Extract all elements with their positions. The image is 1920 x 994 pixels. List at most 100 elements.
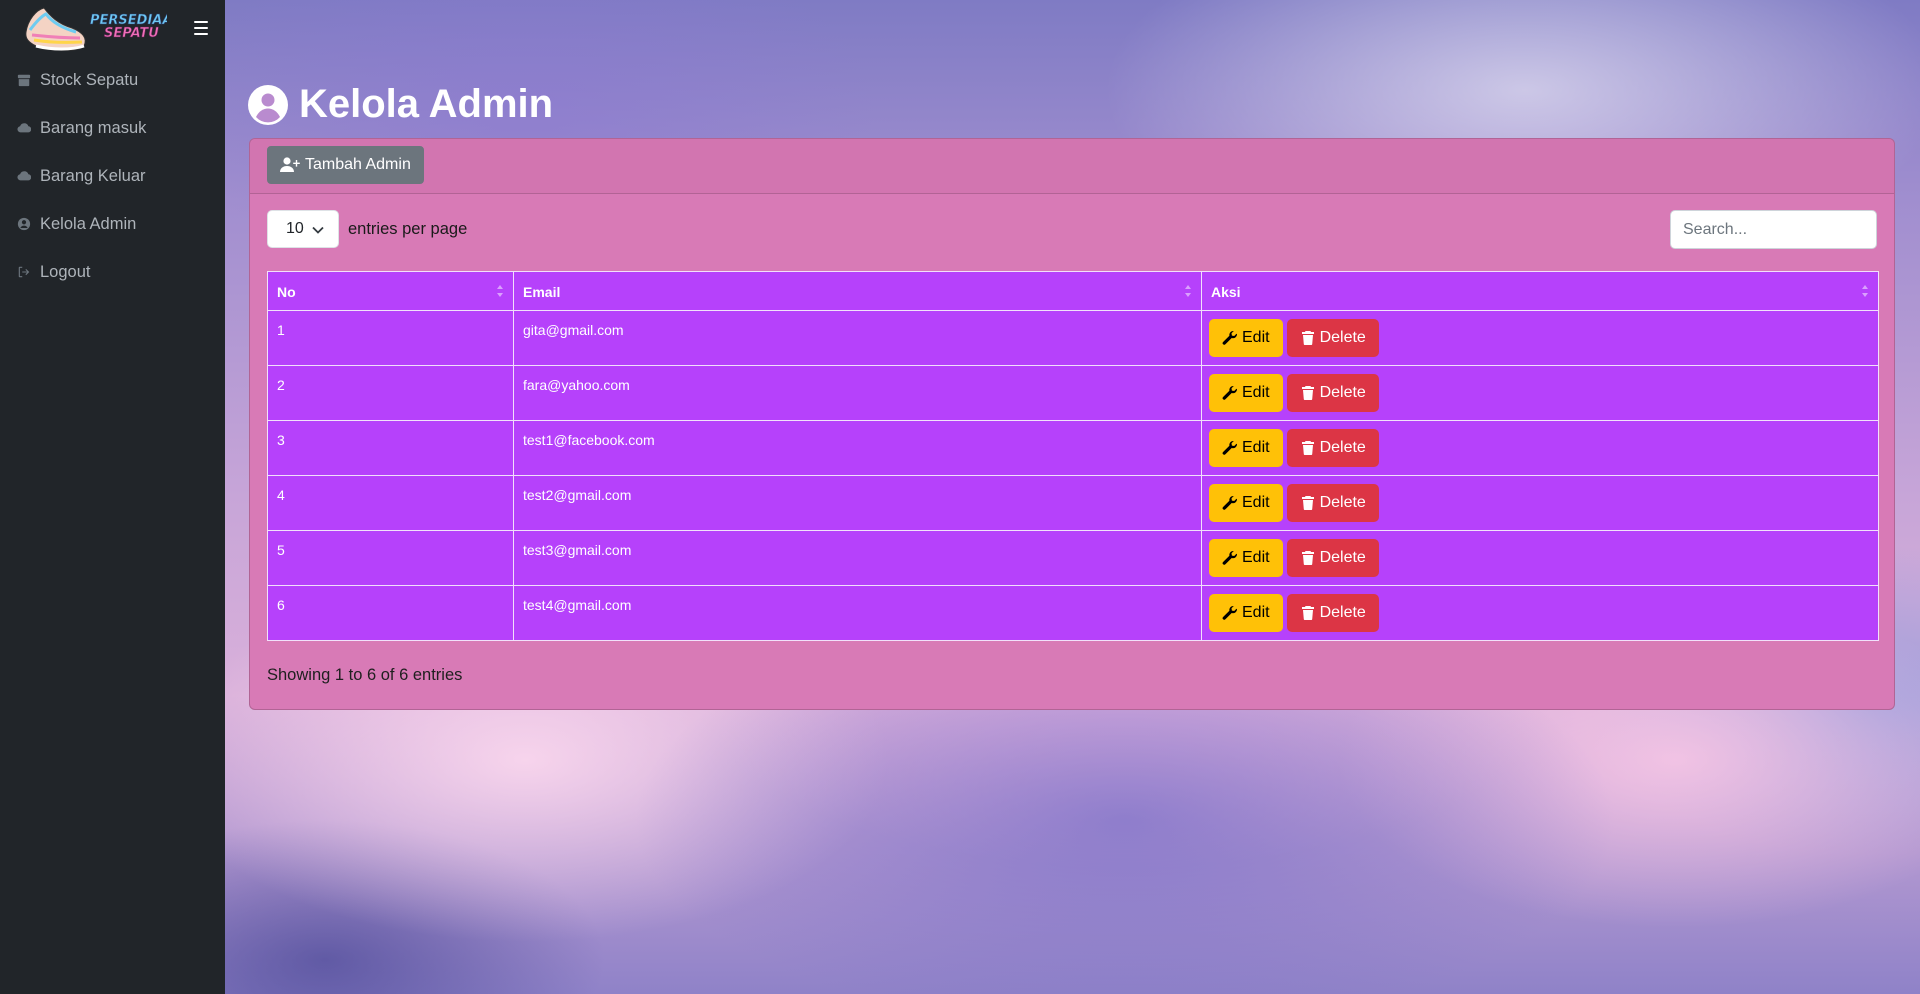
tambah-admin-label: Tambah Admin	[305, 156, 411, 173]
per-page-label: entries per page	[348, 220, 468, 238]
delete-label: Delete	[1319, 439, 1366, 456]
trash-icon	[1301, 441, 1314, 456]
cell-aksi: Edit Delete	[1201, 365, 1879, 421]
delete-button[interactable]: Delete	[1286, 594, 1379, 632]
cell-email: test2@gmail.com	[513, 475, 1202, 531]
delete-button[interactable]: Delete	[1286, 319, 1379, 357]
trash-icon	[1301, 331, 1314, 346]
edit-button[interactable]: Edit	[1209, 429, 1283, 467]
trash-icon	[1301, 386, 1314, 401]
cell-aksi: Edit Delete	[1201, 475, 1879, 531]
cell-no: 2	[267, 365, 514, 421]
edit-button[interactable]: Edit	[1209, 539, 1283, 577]
column-header-label: Aksi	[1211, 284, 1241, 300]
delete-button[interactable]: Delete	[1286, 539, 1379, 577]
table-header-row: No Email Aksi	[267, 271, 1879, 311]
delete-label: Delete	[1319, 549, 1366, 566]
cell-no: 1	[267, 310, 514, 366]
admin-card: Tambah Admin 10 entries per page No Emai…	[249, 138, 1895, 710]
sort-icon	[497, 285, 503, 297]
edit-label: Edit	[1242, 384, 1270, 401]
sidebar-item-barang-keluar[interactable]: Barang Keluar	[0, 152, 225, 200]
table-row: 4 test2@gmail.com Edit Delete	[267, 475, 1879, 531]
edit-button[interactable]: Edit	[1209, 319, 1283, 357]
user-circle-icon	[248, 84, 288, 125]
search-input[interactable]	[1670, 210, 1877, 249]
cell-aksi: Edit Delete	[1201, 310, 1879, 366]
cell-email: test1@facebook.com	[513, 420, 1202, 476]
delete-button[interactable]: Delete	[1286, 374, 1379, 412]
delete-label: Delete	[1319, 494, 1366, 511]
edit-button[interactable]: Edit	[1209, 374, 1283, 412]
svg-text:SEPATU: SEPATU	[104, 26, 159, 41]
sidebar-item-logout[interactable]: Logout	[0, 248, 225, 296]
column-header-no[interactable]: No	[267, 271, 514, 311]
admin-table: No Email Aksi 1 gita@gmail.com Edit Dele…	[267, 271, 1879, 641]
page-title-text: Kelola Admin	[299, 82, 554, 126]
cell-no: 5	[267, 530, 514, 586]
cell-email: gita@gmail.com	[513, 310, 1202, 366]
column-header-label: No	[277, 284, 296, 300]
delete-label: Delete	[1319, 384, 1366, 401]
delete-label: Delete	[1319, 604, 1366, 621]
column-header-aksi[interactable]: Aksi	[1201, 271, 1879, 311]
delete-label: Delete	[1319, 329, 1366, 346]
delete-button[interactable]: Delete	[1286, 429, 1379, 467]
wrench-icon	[1222, 605, 1237, 620]
sidebar-item-label: Stock Sepatu	[40, 70, 139, 89]
archive-icon	[16, 72, 32, 88]
card-header: Tambah Admin	[250, 139, 1894, 194]
shoe-logo[interactable]: PERSEDIAAN SEPATU	[22, 2, 167, 56]
delete-button[interactable]: Delete	[1286, 484, 1379, 522]
trash-icon	[1301, 551, 1314, 566]
edit-button[interactable]: Edit	[1209, 484, 1283, 522]
cell-email: test4@gmail.com	[513, 585, 1202, 641]
chevron-down-icon	[312, 226, 324, 234]
wrench-icon	[1222, 440, 1237, 455]
cell-no: 4	[267, 475, 514, 531]
column-header-label: Email	[523, 284, 561, 300]
cloud-download-icon	[16, 120, 32, 136]
column-header-email[interactable]: Email	[513, 271, 1202, 311]
table-row: 2 fara@yahoo.com Edit Delete	[267, 365, 1879, 421]
sort-icon	[1862, 285, 1868, 297]
trash-icon	[1301, 606, 1314, 621]
edit-label: Edit	[1242, 549, 1270, 566]
cell-email: test3@gmail.com	[513, 530, 1202, 586]
cell-email: fara@yahoo.com	[513, 365, 1202, 421]
sidebar-item-kelola-admin[interactable]: Kelola Admin	[0, 200, 225, 248]
cell-no: 6	[267, 585, 514, 641]
cell-aksi: Edit Delete	[1201, 530, 1879, 586]
wrench-icon	[1222, 550, 1237, 565]
wrench-icon	[1222, 495, 1237, 510]
sidebar-nav: Stock Sepatu Barang masuk Barang Keluar …	[0, 56, 225, 296]
edit-label: Edit	[1242, 439, 1270, 456]
table-row: 5 test3@gmail.com Edit Delete	[267, 530, 1879, 586]
trash-icon	[1301, 496, 1314, 511]
table-controls: 10 entries per page	[267, 210, 1877, 250]
sidebar: PERSEDIAAN SEPATU Stock Sepatu Barang ma…	[0, 0, 225, 994]
cell-aksi: Edit Delete	[1201, 420, 1879, 476]
edit-label: Edit	[1242, 494, 1270, 511]
edit-label: Edit	[1242, 604, 1270, 621]
sidebar-item-label: Barang masuk	[40, 118, 147, 137]
sidebar-item-label: Logout	[40, 262, 91, 281]
edit-label: Edit	[1242, 329, 1270, 346]
menu-toggle-icon[interactable]	[192, 18, 210, 38]
sidebar-item-barang-masuk[interactable]: Barang masuk	[0, 104, 225, 152]
table-row: 6 test4@gmail.com Edit Delete	[267, 585, 1879, 641]
main-content: Kelola Admin Tambah Admin 10 entries per…	[225, 0, 1920, 994]
cloud-upload-icon	[16, 168, 32, 184]
sort-icon	[1185, 285, 1191, 297]
edit-button[interactable]: Edit	[1209, 594, 1283, 632]
wrench-icon	[1222, 330, 1237, 345]
table-info: Showing 1 to 6 of 6 entries	[267, 666, 463, 684]
cell-aksi: Edit Delete	[1201, 585, 1879, 641]
sidebar-item-label: Kelola Admin	[40, 214, 137, 233]
brand: PERSEDIAAN SEPATU	[0, 0, 225, 56]
cell-no: 3	[267, 420, 514, 476]
sidebar-item-stock-sepatu[interactable]: Stock Sepatu	[0, 56, 225, 104]
tambah-admin-button[interactable]: Tambah Admin	[267, 146, 424, 184]
entries-per-page-select[interactable]: 10	[267, 210, 339, 248]
user-plus-icon	[280, 157, 300, 172]
